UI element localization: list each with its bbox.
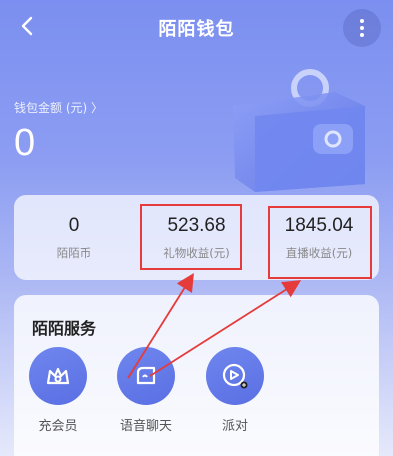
more-vertical-icon — [360, 18, 364, 39]
party-icon — [206, 347, 264, 405]
voice-chat-icon — [117, 347, 175, 405]
wallet-balance-value: 0 — [14, 122, 36, 164]
service-party[interactable]: 派对 — [195, 347, 275, 434]
momo-coin-value: 0 — [68, 215, 80, 236]
wallet-illustration-icon — [233, 69, 365, 192]
header: 陌陌钱包 — [0, 0, 393, 56]
service-party-label: 派对 — [221, 419, 248, 434]
services-title: 陌陌服务 — [32, 319, 97, 338]
wallet-balance-label[interactable]: 钱包金额 (元) 〉 — [14, 99, 103, 116]
highlight-box-gift — [140, 204, 242, 270]
momo-coin-label: 陌陌币 — [56, 246, 92, 260]
service-voice-chat-label: 语音聊天 — [119, 419, 172, 434]
service-vip-label: 充会员 — [38, 419, 78, 434]
services-card: 陌陌服务 充会员 语音聊天 派对 — [14, 295, 379, 456]
more-button[interactable] — [343, 9, 381, 47]
momo-coin-stat[interactable]: 0 陌陌币 — [14, 195, 134, 280]
service-vip[interactable]: 充会员 — [18, 347, 98, 434]
crown-icon — [29, 347, 87, 405]
highlight-box-live — [268, 206, 372, 279]
page-title: 陌陌钱包 — [158, 19, 235, 40]
service-voice-chat[interactable]: 语音聊天 — [106, 347, 186, 434]
